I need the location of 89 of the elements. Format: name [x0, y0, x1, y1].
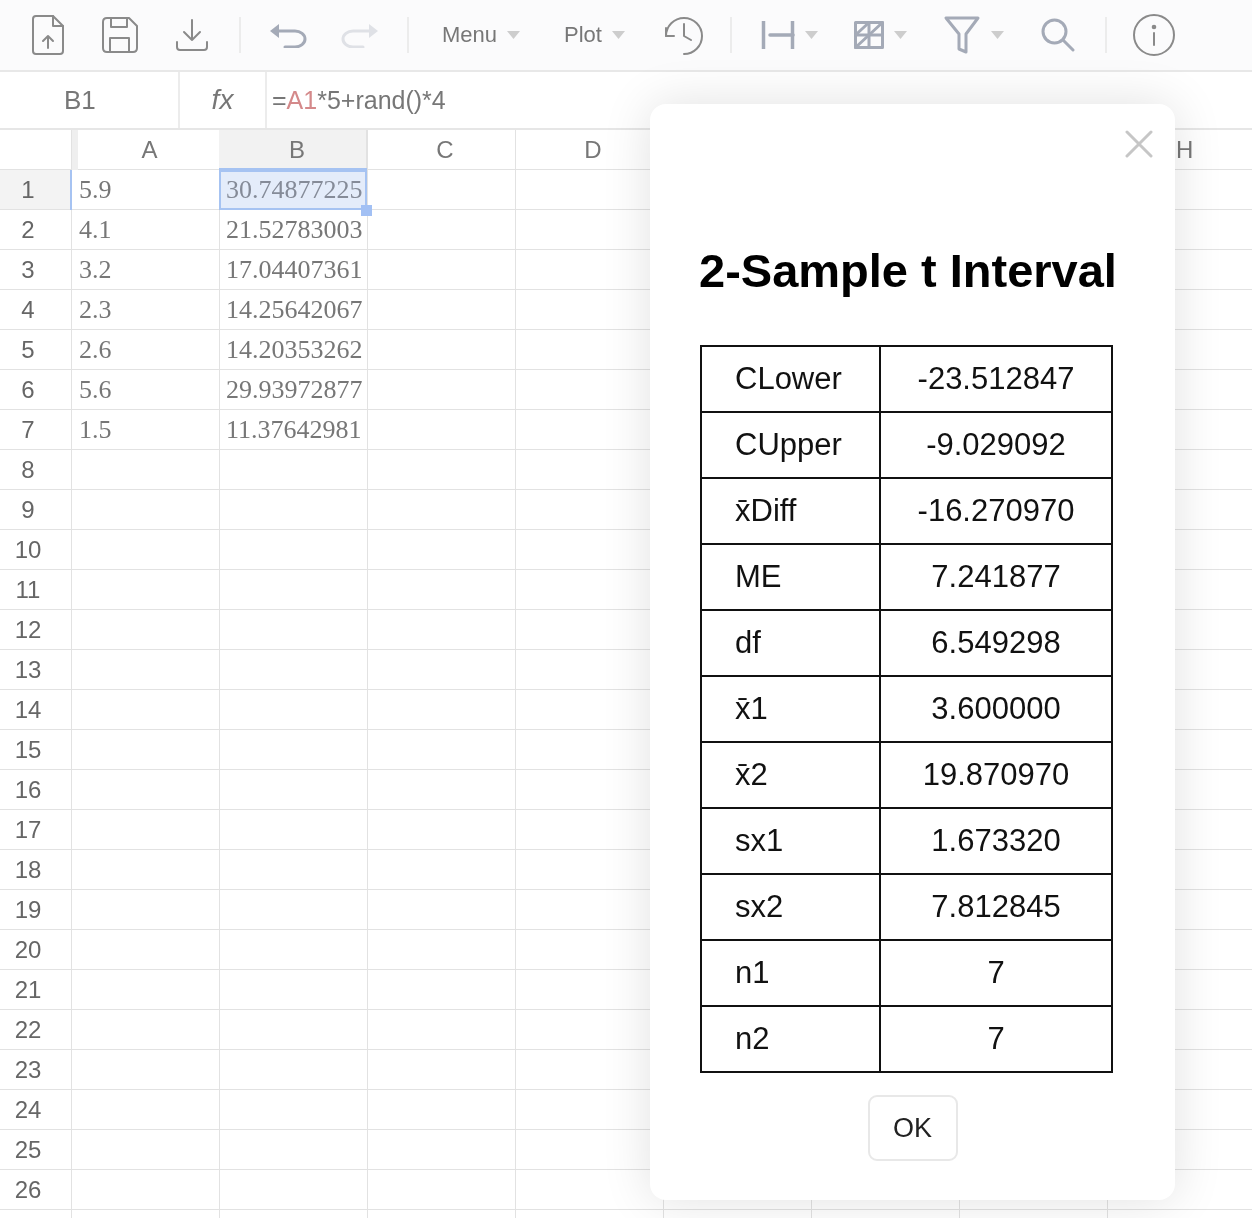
table-cell: n1 [701, 940, 880, 1006]
row-header[interactable]: 17 [0, 810, 72, 850]
table-cell: 7 [880, 940, 1112, 1006]
function-label: fx [211, 84, 234, 116]
table-cell: x̄1 [701, 676, 880, 742]
row-header[interactable]: 4 [0, 290, 72, 330]
column-header[interactable]: A [72, 130, 219, 170]
sheet-cell[interactable]: 4.1 [72, 210, 219, 250]
info-icon[interactable] [1132, 14, 1175, 56]
row-header[interactable]: 9 [0, 490, 72, 530]
table-cell: 7.812845 [880, 874, 1112, 940]
row-header[interactable]: 1 [0, 170, 72, 210]
caret-icon[interactable] [990, 31, 1004, 39]
sheet-cell[interactable]: 21.52783003 [219, 210, 367, 250]
table-cell: sx1 [701, 808, 880, 874]
dialog-title: 2-Sample t Interval [699, 243, 1117, 299]
sheet-cell[interactable]: 14.20353262 [219, 330, 367, 370]
row-header[interactable]: 11 [0, 570, 72, 610]
table-cell: -23.512847 [880, 346, 1112, 412]
row-header[interactable]: 26 [0, 1170, 72, 1210]
table-cell: sx2 [701, 874, 880, 940]
row-header[interactable]: 7 [0, 410, 72, 450]
table-cell: x̄2 [701, 742, 880, 808]
row-header[interactable]: 6 [0, 370, 72, 410]
sheet-cell[interactable]: 5.6 [72, 370, 219, 410]
caret-icon[interactable] [893, 31, 907, 39]
file-upload-icon[interactable] [32, 15, 64, 55]
column-header[interactable]: C [367, 130, 515, 170]
row-header[interactable]: 24 [0, 1090, 72, 1130]
sheet-cell[interactable]: 30.74877225 [219, 170, 367, 210]
formula-field[interactable]: =A1*5+rand()*4 [267, 72, 650, 128]
row-header[interactable]: 25 [0, 1130, 72, 1170]
dropdown-button[interactable]: Plot [554, 11, 635, 59]
sheet-cell[interactable]: 3.2 [72, 250, 219, 290]
caret-icon [611, 31, 625, 39]
sheet-cell[interactable]: 2.3 [72, 290, 219, 330]
row-header[interactable]: 13 [0, 650, 72, 690]
row-header[interactable]: 10 [0, 530, 72, 570]
sheet-cell[interactable]: 14.25642067 [219, 290, 367, 330]
row-header[interactable]: 2 [0, 210, 72, 250]
sheet-cell[interactable]: 11.37642981 [219, 410, 367, 450]
row-header[interactable]: 3 [0, 250, 72, 290]
caret-icon [507, 31, 521, 39]
ok-button[interactable]: OK [867, 1095, 958, 1161]
row-header[interactable]: 19 [0, 890, 72, 930]
close-icon[interactable] [1125, 130, 1153, 158]
row-header[interactable]: 8 [0, 450, 72, 490]
column-header[interactable]: H [1175, 130, 1252, 170]
history-icon[interactable] [662, 15, 703, 55]
download-icon[interactable] [175, 18, 209, 52]
row-header[interactable]: 12 [0, 610, 72, 650]
table-cell: 1.673320 [880, 808, 1112, 874]
row-header[interactable]: 23 [0, 1050, 72, 1090]
row-header[interactable]: 14 [0, 690, 72, 730]
column-header[interactable]: B [219, 130, 367, 170]
sheet-cell[interactable]: 5.9 [72, 170, 219, 210]
table-cell: n2 [701, 1006, 880, 1072]
undo-icon[interactable] [269, 22, 307, 48]
row-header[interactable]: 21 [0, 970, 72, 1010]
table-cell: 6.549298 [880, 610, 1112, 676]
table-cell: CUpper [701, 412, 880, 478]
row-header[interactable]: 22 [0, 1010, 72, 1050]
dropdown-button[interactable]: Menu [432, 11, 531, 59]
fill-handle[interactable] [361, 205, 372, 216]
row-header[interactable]: 15 [0, 730, 72, 770]
sheet-cell[interactable]: 2.6 [72, 330, 219, 370]
table-cell: -9.029092 [880, 412, 1112, 478]
sheet-cell[interactable]: 29.93972877 [219, 370, 367, 410]
filter-icon[interactable] [942, 16, 981, 54]
row-header[interactable]: 20 [0, 930, 72, 970]
table-cell: df [701, 610, 880, 676]
sheet-cell[interactable]: 17.04407361 [219, 250, 367, 290]
cell-name-field[interactable]: B1 [0, 72, 180, 128]
table-cell: x̄Diff [701, 478, 880, 544]
table-cell: 7.241877 [880, 544, 1112, 610]
table-cell: 7 [880, 1006, 1112, 1072]
width-icon[interactable] [760, 21, 795, 49]
search-icon[interactable] [1040, 18, 1075, 52]
table-cell: CLower [701, 346, 880, 412]
sheet-cell[interactable]: 1.5 [72, 410, 219, 450]
table-cell: ME [701, 544, 880, 610]
row-header[interactable]: 16 [0, 770, 72, 810]
grid-icon[interactable] [853, 21, 884, 49]
table-cell: 19.870970 [880, 742, 1112, 808]
row-header[interactable]: 5 [0, 330, 72, 370]
table-cell: 3.600000 [880, 676, 1112, 742]
row-header[interactable]: 18 [0, 850, 72, 890]
caret-icon[interactable] [804, 31, 818, 39]
table-cell: -16.270970 [880, 478, 1112, 544]
